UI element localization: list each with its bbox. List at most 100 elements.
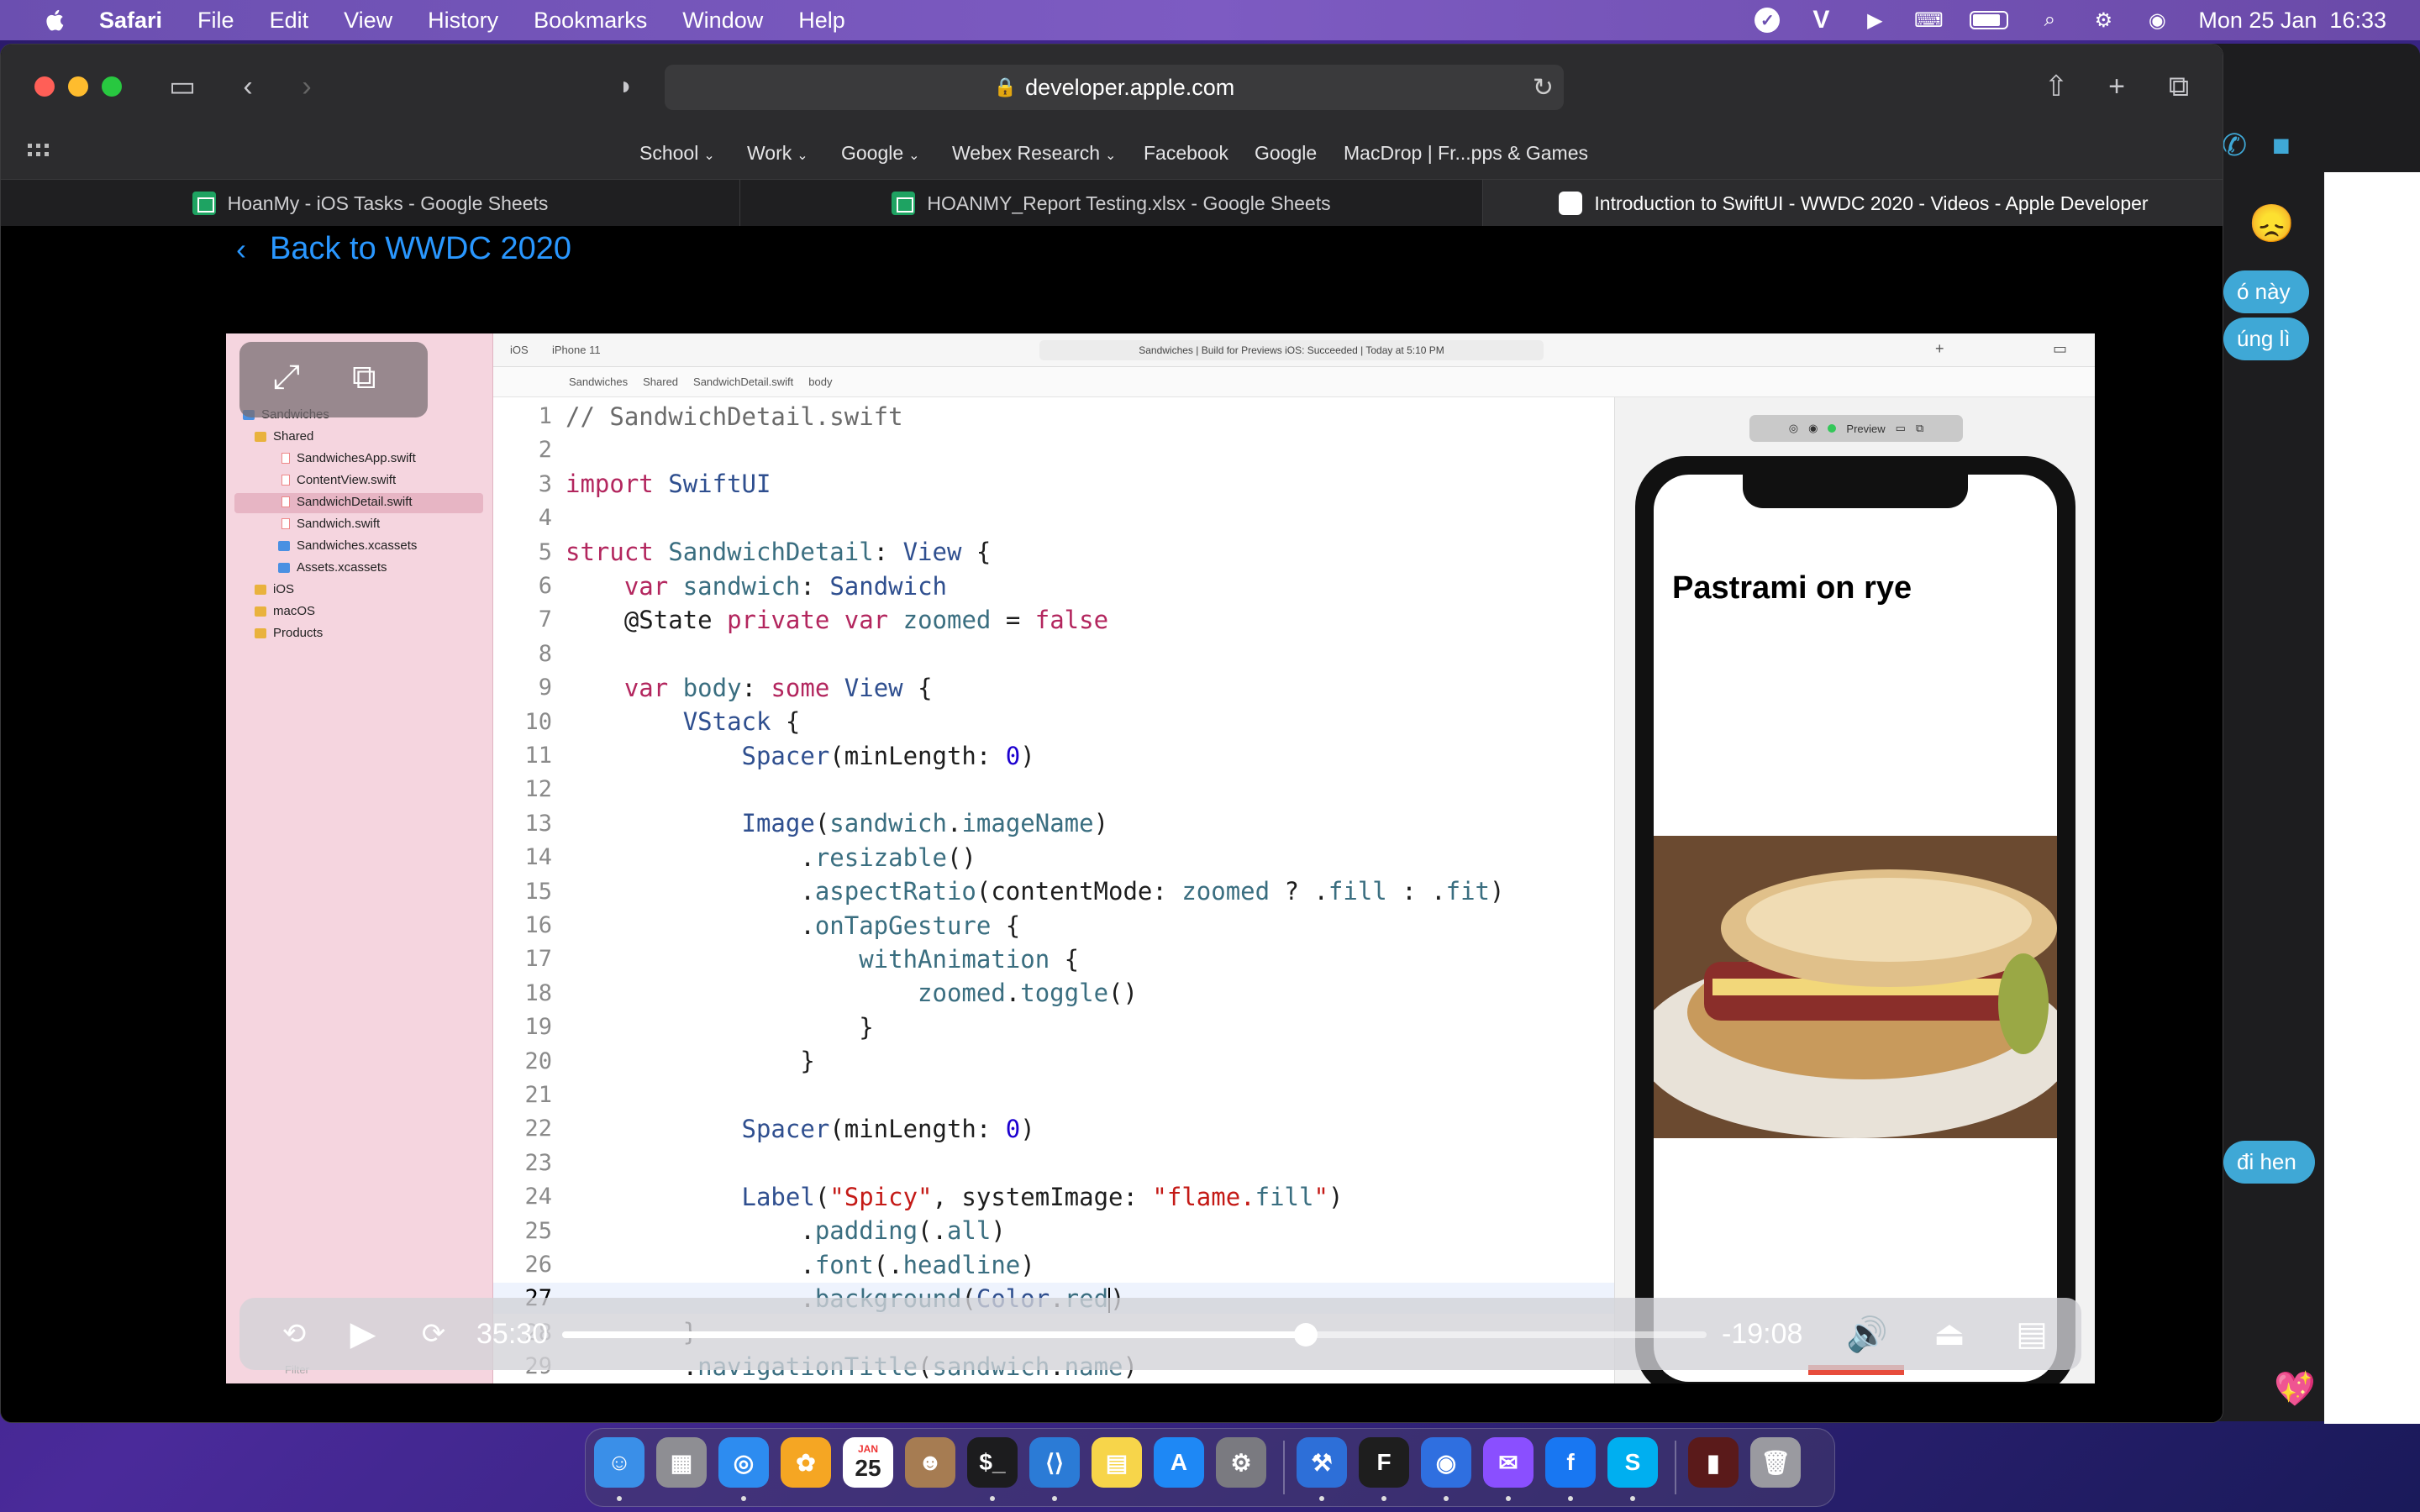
dock-app-facebook-icon[interactable]: f xyxy=(1545,1437,1596,1488)
jumpbar-file[interactable]: SandwichDetail.swift xyxy=(693,375,793,388)
code-line[interactable]: 23 xyxy=(493,1147,1754,1179)
video-call-icon[interactable]: ■ xyxy=(2272,128,2291,163)
dock-app-calendar-icon[interactable]: JAN 25 xyxy=(843,1437,893,1488)
dock-app-contacts-icon[interactable]: ☻ xyxy=(905,1437,955,1488)
skip-forward-15-icon[interactable]: ⟳ xyxy=(413,1313,455,1355)
code-line[interactable]: 6 var sandwich: Sandwich xyxy=(493,570,1754,601)
dock-app-photos-icon[interactable]: ✿ xyxy=(781,1437,831,1488)
code-line[interactable]: 19 } xyxy=(493,1011,1754,1042)
code-line[interactable]: 2 xyxy=(493,434,1754,465)
nav-folder-shared[interactable]: Shared xyxy=(255,429,313,444)
close-window-button[interactable] xyxy=(34,76,55,97)
nav-file[interactable]: Sandwich.swift xyxy=(281,517,380,531)
subtitles-icon[interactable]: ▤ xyxy=(2011,1313,2053,1355)
keyboard-input-icon[interactable]: ⌨ xyxy=(1914,8,1944,33)
tab-ios-tasks[interactable]: HoanMy - iOS Tasks - Google Sheets xyxy=(1,180,740,227)
jumpbar-folder[interactable]: Shared xyxy=(643,375,678,388)
favorite-macdrop[interactable]: MacDrop | Fr...pps & Games xyxy=(1344,142,1588,165)
sidebar-toggle-icon[interactable]: ▭ xyxy=(166,70,199,103)
fullscreen-icon[interactable]: ⤢ xyxy=(273,359,300,396)
scrubber[interactable] xyxy=(562,1323,1707,1347)
dock-app-finder-icon[interactable]: ☺ xyxy=(594,1437,644,1488)
apple-menu-icon[interactable] xyxy=(37,7,74,34)
code-line[interactable]: 22 Spacer(minLength: 0) xyxy=(493,1113,1754,1144)
favorite-google[interactable]: Google xyxy=(1255,142,1317,165)
favorite-work[interactable]: Work ⌄ xyxy=(747,142,808,165)
inspector-toggle-icon[interactable]: ▭ xyxy=(2053,340,2067,358)
code-line[interactable]: 20 } xyxy=(493,1046,1754,1077)
address-bar[interactable]: 🔒 developer.apple.com ↻ xyxy=(665,65,1564,110)
dock-app-battery-icon[interactable]: ▮ xyxy=(1688,1437,1739,1488)
menu-app-safari[interactable]: Safari xyxy=(99,8,162,34)
dock-app-trash-icon[interactable]: 🗑 xyxy=(1750,1437,1801,1488)
code-line[interactable]: 16 .onTapGesture { xyxy=(493,910,1754,941)
code-editor[interactable]: 1// SandwichDetail.swift 2 3 import SwiftUI… xyxy=(493,397,1754,1383)
nav-file-selected[interactable]: SandwichDetail.swift xyxy=(281,495,413,509)
airplay-icon[interactable]: ⏏ xyxy=(1928,1313,1970,1355)
heart-emoji-icon[interactable]: 💖 xyxy=(2274,1369,2316,1409)
search-icon[interactable]: ⌕ xyxy=(2037,8,2062,33)
nav-asset-catalog[interactable]: Sandwiches.xcassets xyxy=(278,538,417,553)
inspect-preview-icon[interactable]: ◉ xyxy=(1808,422,1818,435)
nav-asset-catalog[interactable]: Assets.xcassets xyxy=(278,560,387,575)
code-line[interactable]: 5 struct SandwichDetail: View { xyxy=(493,537,1754,568)
menu-history[interactable]: History xyxy=(428,8,498,34)
dock-app-notes-icon[interactable]: ▤ xyxy=(1092,1437,1142,1488)
dock-app-launchpad-icon[interactable]: ▦ xyxy=(656,1437,707,1488)
code-line[interactable]: 18 zoomed.toggle() xyxy=(493,978,1754,1009)
favorite-google-folder[interactable]: Google ⌄ xyxy=(841,142,920,165)
skip-back-15-icon[interactable]: ⟲ xyxy=(273,1313,315,1355)
new-tab-icon[interactable]: + xyxy=(2100,70,2133,103)
code-line[interactable]: 1 // SandwichDetail.swift xyxy=(493,401,1754,432)
code-line[interactable]: 14 .resizable() xyxy=(493,842,1754,873)
favorite-school[interactable]: School ⌄ xyxy=(639,142,715,165)
battery-icon[interactable] xyxy=(1970,11,2009,29)
code-line[interactable]: 13 Image(sandwich.imageName) xyxy=(493,808,1754,839)
favorite-facebook[interactable]: Facebook xyxy=(1144,142,1228,165)
code-line[interactable]: 7 @State private var zoomed = false xyxy=(493,604,1754,635)
todo-icon[interactable]: ✓ xyxy=(1754,8,1781,33)
tab-overview-icon[interactable]: ⧉ xyxy=(2162,70,2196,103)
tab-intro-swiftui[interactable]: Introduction to SwiftUI - WWDC 2020 - Vi… xyxy=(1483,180,2223,227)
v-icon[interactable]: V xyxy=(1808,6,1833,34)
nav-folder-products[interactable]: Products xyxy=(255,626,323,640)
code-line[interactable]: 26 .font(.headline) xyxy=(493,1249,1754,1280)
jumpbar-symbol[interactable]: body xyxy=(808,375,832,388)
code-line[interactable]: 24 Label("Spicy", systemImage: "flame.fi… xyxy=(493,1181,1754,1212)
favorite-webex-research[interactable]: Webex Research ⌄ xyxy=(952,142,1116,165)
menu-help[interactable]: Help xyxy=(798,8,845,34)
privacy-shield-icon[interactable]: ◗ xyxy=(609,70,643,103)
menu-view[interactable]: View xyxy=(344,8,392,34)
dock-app-maps-icon[interactable]: ◉ xyxy=(1421,1437,1471,1488)
play-circle-icon[interactable]: ▶ xyxy=(1862,8,1887,33)
code-line[interactable]: 10 VStack { xyxy=(493,706,1754,738)
dock-app-system-preferences-icon[interactable]: ⚙ xyxy=(1216,1437,1266,1488)
sandwich-image[interactable] xyxy=(1654,836,2057,1138)
preview-toolbar[interactable]: ◎ ◉ Preview ▭ ⧉ xyxy=(1749,415,1963,442)
scheme-selector[interactable]: iOS xyxy=(510,344,529,356)
share-icon[interactable]: ⇧ xyxy=(2039,70,2073,103)
forward-icon[interactable]: › xyxy=(290,70,324,103)
menubar-clock[interactable]: Mon 25 Jan 16:33 xyxy=(2198,8,2386,34)
code-line[interactable]: 17 withAnimation { xyxy=(493,943,1754,974)
menu-window[interactable]: Window xyxy=(682,8,763,34)
dock-app-messenger-icon[interactable]: ✉ xyxy=(1483,1437,1534,1488)
code-line[interactable]: 12 xyxy=(493,774,1754,805)
nav-file[interactable]: SandwichesApp.swift xyxy=(281,451,416,465)
dock-app-terminal-icon[interactable]: $_ xyxy=(967,1437,1018,1488)
device-selector[interactable]: iPhone 11 xyxy=(552,344,601,356)
device-preview-icon[interactable]: ▭ xyxy=(1896,422,1906,435)
code-line[interactable]: 9 var body: some View { xyxy=(493,672,1754,703)
code-line[interactable]: 25 .padding(.all) xyxy=(493,1215,1754,1247)
code-line[interactable]: 4 xyxy=(493,502,1754,533)
back-to-wwdc-link[interactable]: ‹ Back to WWDC 2020 xyxy=(236,231,571,267)
nav-file[interactable]: ContentView.swift xyxy=(281,473,396,487)
jumpbar-project[interactable]: Sandwiches xyxy=(569,375,628,388)
play-icon[interactable]: ▶ xyxy=(342,1313,384,1355)
code-line[interactable]: 3 import SwiftUI xyxy=(493,469,1754,500)
menu-edit[interactable]: Edit xyxy=(270,8,309,34)
live-preview-icon[interactable]: ◎ xyxy=(1789,422,1798,435)
code-line[interactable]: 8 xyxy=(493,638,1754,669)
nav-folder-ios[interactable]: iOS xyxy=(255,582,294,596)
video-player[interactable]: Sandwiches Shared SandwichesApp.swift Co… xyxy=(226,333,2095,1383)
